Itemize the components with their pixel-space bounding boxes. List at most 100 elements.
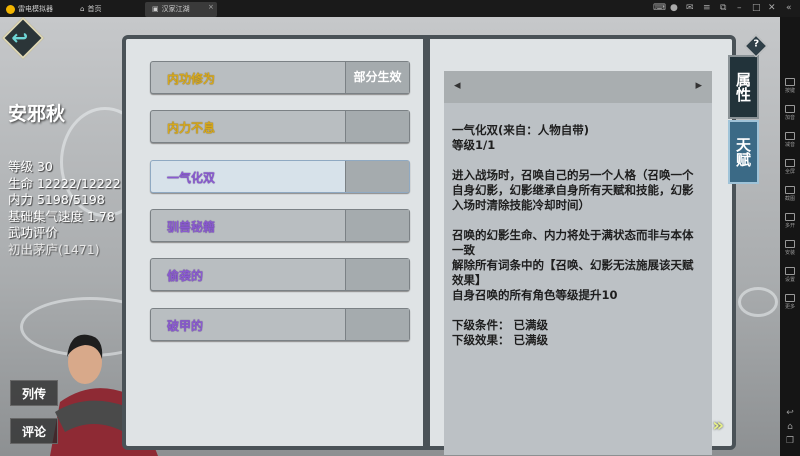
collapse-icon[interactable]: «: [786, 3, 792, 13]
comment-button[interactable]: 评论: [10, 418, 58, 444]
android-home-icon[interactable]: ⌂: [780, 420, 800, 434]
sidebar-label: 全屏: [784, 169, 795, 175]
sidebar-label: 多开: [784, 223, 795, 229]
talent-status: [345, 259, 409, 291]
emulator-sidebar: 按键加音减音全屏截图多开安装设置更多 ↩ ⌂ ❐: [780, 17, 800, 456]
detail-text: 一气化双(来自：人物自带) 等级1/1 进入战场时，召唤自己的另一个人格（召唤一个…: [444, 103, 712, 348]
android-back-icon[interactable]: ↩: [780, 406, 800, 420]
talent-status: [345, 111, 409, 143]
android-recents-icon[interactable]: ❐: [780, 434, 800, 448]
sidebar-item[interactable]: 截图: [780, 183, 800, 210]
talent-status: [345, 308, 409, 340]
talent-label: 驯兽秘籍: [167, 219, 216, 234]
stat-level: 等级 30: [8, 159, 53, 174]
stat-mp: 内力 5198/5198: [8, 192, 105, 207]
logo-icon: [6, 4, 15, 14]
stat-eval-label: 武功评价: [8, 225, 59, 240]
back-button[interactable]: ↩: [1, 17, 45, 60]
sidebar-item[interactable]: 减音: [780, 129, 800, 156]
emulator-titlebar: 雷电模拟器 ⌂ 首页 ▣ 汉家江湖 × ⌨ ● ✉ ≡ ⧉ – □ ✕ «: [0, 0, 800, 17]
sidebar-label: 设置: [784, 277, 795, 283]
home-tab[interactable]: ⌂ 首页: [80, 4, 101, 14]
stat-eval: 初出茅庐(1471): [8, 241, 100, 257]
help-button[interactable]: ?: [744, 34, 768, 58]
talent-item[interactable]: 驯兽秘籍: [150, 208, 410, 242]
sidebar-item[interactable]: 加音: [780, 102, 800, 129]
talent-list-page: 内功修为 部分生效内力不息一气化双驯兽秘籍偷袭的破甲的: [122, 35, 427, 450]
sidebar-icon: [785, 159, 795, 167]
sidebar-item[interactable]: 安装: [780, 237, 800, 264]
talent-detail-page: ◂ ▸ 一气化双(来自：人物自带) 等级1/1 进入战场时，召唤自己的另一个人格（…: [426, 35, 736, 455]
sidebar-item[interactable]: 设置: [780, 264, 800, 291]
character-name: 安邪秋: [8, 103, 66, 125]
talent-label: 内功修为: [167, 72, 216, 86]
tab-talents[interactable]: 天赋: [728, 120, 759, 184]
talent-status: 部分生效: [345, 62, 409, 93]
user-icon[interactable]: ●: [670, 3, 678, 13]
effect-line: 解除所有词条中的【召唤、幻影无法施展该天赋效果】: [452, 258, 694, 287]
talent-item[interactable]: 内力不息: [150, 110, 410, 144]
talent-label: 内力不息: [167, 121, 216, 136]
next-talent-button[interactable]: ▸: [695, 78, 702, 93]
sidebar-icon: [785, 186, 795, 194]
talent-item[interactable]: 偷袭的: [150, 258, 410, 292]
back-arrow-icon: ↩: [11, 25, 29, 50]
close-icon[interactable]: ✕: [768, 3, 776, 13]
sidebar-icon: [785, 267, 795, 275]
talent-status: [345, 209, 409, 241]
stat-hp: 生命 12222/12222: [8, 175, 121, 191]
talent-item[interactable]: 一气化双: [150, 159, 410, 193]
sidebar-item[interactable]: 多开: [780, 210, 800, 237]
talent-description: 进入战场时，召唤自己的另一个人格（召唤一个自身幻影，幻影继承自身所有天赋和技能，…: [452, 168, 694, 212]
minimize-icon[interactable]: –: [737, 3, 742, 13]
screen-icon[interactable]: ⧉: [720, 3, 726, 13]
next-condition: 下级条件： 已满级: [452, 318, 549, 332]
sidebar-icon: [785, 213, 795, 221]
talent-title: 一气化双(来自：人物自带): [452, 123, 590, 137]
effect-line: 自身召唤的所有角色等级提升10: [452, 288, 618, 302]
app-logo: 雷电模拟器: [6, 4, 53, 14]
talent-item[interactable]: 破甲的: [150, 307, 410, 341]
game-icon: ▣: [152, 5, 159, 13]
talent-level: 等级1/1: [452, 138, 496, 152]
game-screen: ↩ 安邪秋 等级 30 生命 12222/12222 内力 5198/5198 …: [0, 17, 780, 456]
sidebar-item[interactable]: 按键: [780, 75, 800, 102]
sidebar-icon: [785, 240, 795, 248]
mail-icon[interactable]: ✉: [686, 3, 694, 13]
sidebar-icon: [785, 132, 795, 140]
sidebar-icon: [785, 105, 795, 113]
tab-attributes[interactable]: 属性: [728, 55, 759, 119]
maximize-icon[interactable]: □: [752, 3, 761, 13]
biography-button[interactable]: 列传: [10, 380, 58, 406]
stat-speed: 基础集气速度 1.78: [8, 208, 115, 224]
effect-line: 召唤的幻影生命、内力将处于满状态而非与本体一致: [452, 228, 694, 257]
next-effect: 下级效果： 已满级: [452, 333, 549, 347]
gamepad-icon[interactable]: ⌨: [653, 3, 666, 13]
menu-icon[interactable]: ≡: [703, 3, 711, 13]
game-tab-label: ▣ 汉家江湖: [152, 5, 190, 13]
character-stats: 等级 30 生命 12222/12222 内力 5198/5198 基础集气速度…: [8, 159, 121, 258]
detail-header: ◂ ▸: [444, 71, 712, 103]
sidebar-icon: [785, 78, 795, 86]
sidebar-label: 更多: [784, 304, 795, 310]
question-icon: ?: [753, 38, 760, 50]
sidebar-icon: [785, 294, 795, 302]
talent-label: 破甲的: [167, 318, 204, 333]
talent-item[interactable]: 内功修为 部分生效: [150, 61, 410, 94]
sidebar-item[interactable]: 更多: [780, 291, 800, 318]
sidebar-label: 按键: [784, 88, 795, 94]
sidebar-label: 加音: [784, 115, 795, 121]
talent-label: 一气化双: [167, 170, 216, 185]
talent-status: [345, 160, 409, 192]
talent-label: 偷袭的: [167, 269, 204, 284]
sidebar-label: 安装: [784, 250, 795, 256]
home-icon: ⌂: [80, 5, 85, 13]
tab-close-icon[interactable]: ×: [208, 3, 214, 11]
prev-talent-button[interactable]: ◂: [454, 78, 461, 93]
sidebar-label: 减音: [784, 142, 795, 148]
sidebar-label: 截图: [784, 196, 795, 202]
talent-detail-panel: ◂ ▸ 一气化双(来自：人物自带) 等级1/1 进入战场时，召唤自己的另一个人格（…: [444, 71, 712, 455]
next-page-button[interactable]: »: [712, 415, 724, 436]
sidebar-item[interactable]: 全屏: [780, 156, 800, 183]
wave-decoration: [738, 287, 778, 317]
